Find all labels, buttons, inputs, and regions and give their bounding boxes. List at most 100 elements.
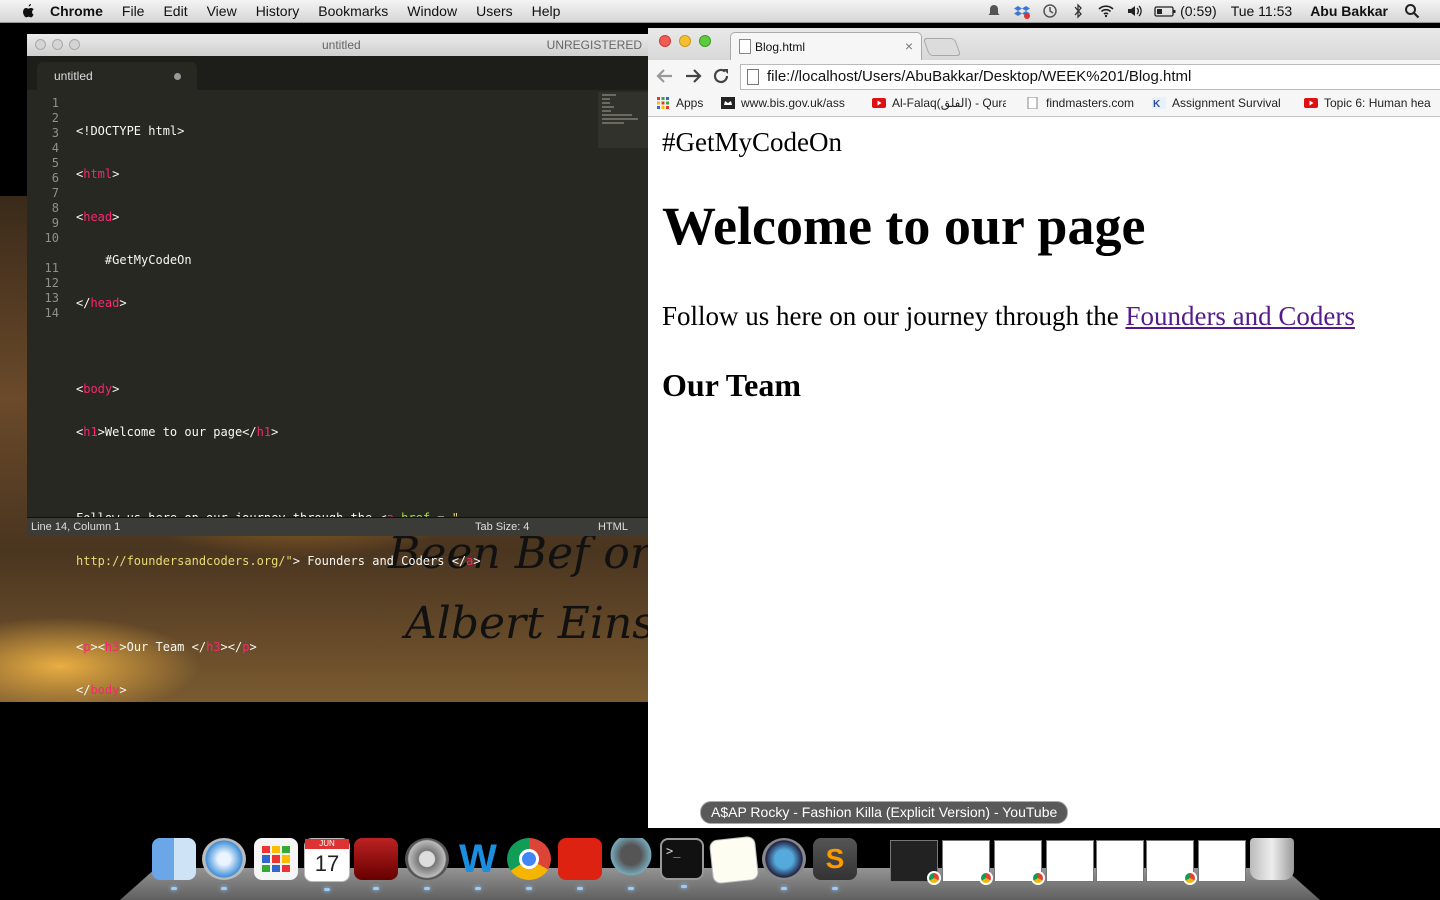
finder-icon[interactable] <box>152 838 196 890</box>
line-number: 7 <box>51 186 59 200</box>
reload-icon[interactable] <box>712 67 730 85</box>
editor-titlebar[interactable]: untitled UNREGISTERED <box>27 34 648 56</box>
chrome-icon[interactable] <box>507 838 551 890</box>
apps-grid-icon <box>657 97 669 109</box>
tab-size-selector[interactable]: Tab Size: 4 <box>475 521 529 533</box>
sublime-editor-window: untitled UNREGISTERED untitled 1 2 3 4 5… <box>27 34 648 697</box>
launchpad-icon[interactable] <box>254 838 298 880</box>
textedit-icon[interactable] <box>708 835 760 885</box>
code-line: <p><h3>Our Team </h3></p> <box>76 640 257 654</box>
battery-time[interactable]: (0:59) <box>1180 3 1217 19</box>
browser-zoom-button[interactable] <box>699 35 711 47</box>
ke-logo-icon: K <box>1152 97 1166 109</box>
code-line: <body> <box>76 382 120 396</box>
menu-help[interactable]: Help <box>532 3 561 19</box>
menu-history[interactable]: History <box>256 3 300 19</box>
line-number: 5 <box>51 156 59 170</box>
minimized-window-thumbnail[interactable] <box>1146 840 1197 885</box>
editor-zoom-button[interactable] <box>69 39 80 50</box>
code-line: </head> <box>76 296 127 310</box>
terminal-icon[interactable]: >_ <box>660 838 704 888</box>
code-line: <h1>Welcome to our page</h1> <box>76 425 279 439</box>
minimized-window-thumbnail[interactable] <box>890 840 941 885</box>
trash-icon[interactable] <box>1250 838 1294 880</box>
page-info-icon[interactable] <box>747 69 759 85</box>
cursor-position: Line 14, Column 1 <box>31 521 121 533</box>
unregistered-label: UNREGISTERED <box>546 38 642 52</box>
chrome-badge-icon <box>927 871 941 885</box>
calendar-day: 17 <box>314 851 340 876</box>
page-heading: Welcome to our page <box>662 196 1146 256</box>
editor-minimize-button[interactable] <box>52 39 63 50</box>
editor-close-button[interactable] <box>35 39 46 50</box>
bookmark-apps[interactable]: Apps <box>656 96 703 110</box>
photo-booth-icon[interactable] <box>354 838 398 890</box>
volume-icon[interactable] <box>1126 3 1142 19</box>
minimized-window-thumbnail[interactable] <box>1096 840 1144 882</box>
line-number: 1 <box>51 96 59 110</box>
chrome-browser-window: Blog.html × file://localhost/Users/AbuBa… <box>648 28 1440 828</box>
bookmark-bis-gov[interactable]: www.bis.gov.uk/ass <box>721 96 845 110</box>
syntax-selector[interactable]: HTML <box>598 521 628 533</box>
editor-minimap[interactable] <box>598 92 648 148</box>
browser-tab-blog[interactable]: Blog.html × <box>730 32 922 61</box>
code-text[interactable]: <!DOCTYPE html> <html> <head> #GetMyCode… <box>76 96 481 769</box>
adobe-reader-icon[interactable] <box>558 838 602 890</box>
menu-file[interactable]: File <box>122 3 145 19</box>
minimized-window-thumbnail[interactable] <box>994 840 1045 885</box>
code-line: <html> <box>76 167 120 181</box>
bookmark-al-falaq[interactable]: Al-Falaq(الفلق) - Qura <box>872 96 1006 110</box>
notification-bell-icon[interactable] <box>986 3 1002 19</box>
line-number-gutter: 1 2 3 4 5 6 7 8 9 10 11 12 13 14 <box>27 96 59 321</box>
browser-minimize-button[interactable] <box>679 35 691 47</box>
dashboard-icon[interactable] <box>762 838 806 890</box>
forward-arrow-icon[interactable] <box>684 67 702 85</box>
menu-app-name[interactable]: Chrome <box>50 3 103 19</box>
page-head-text: #GetMyCodeOn <box>662 127 842 157</box>
youtube-icon <box>872 98 886 108</box>
minimized-window-thumbnail[interactable] <box>1198 840 1246 882</box>
wifi-icon[interactable] <box>1098 3 1114 19</box>
system-preferences-icon[interactable] <box>405 838 449 890</box>
bluetooth-icon[interactable] <box>1070 3 1086 19</box>
editor-tab-untitled[interactable]: untitled <box>37 62 197 90</box>
dropbox-icon[interactable] <box>1014 3 1031 19</box>
line-number: 10 <box>44 231 59 245</box>
tab-close-icon[interactable]: × <box>905 38 913 54</box>
bookmarks-bar: Apps www.bis.gov.uk/ass Al-Falaq(الفلق) … <box>648 92 1440 117</box>
word-icon[interactable]: W <box>456 838 500 890</box>
code-line: <head> <box>76 210 120 224</box>
crown-icon <box>721 97 735 109</box>
battery-icon[interactable] <box>1154 3 1176 19</box>
time-machine-icon[interactable] <box>1042 3 1058 19</box>
code-editor[interactable]: 1 2 3 4 5 6 7 8 9 10 11 12 13 14 <!DOCTY… <box>27 90 648 697</box>
bookmark-assignment-survival[interactable]: K Assignment Survival <box>1152 96 1281 110</box>
calendar-icon[interactable]: JUN 17 <box>304 838 350 891</box>
menu-edit[interactable]: Edit <box>163 3 187 19</box>
unsaved-dot-icon[interactable] <box>174 73 181 80</box>
sublime-text-icon[interactable]: S <box>813 838 857 890</box>
menubar-clock[interactable]: Tue 11:53 <box>1231 3 1293 19</box>
address-bar[interactable]: file://localhost/Users/AbuBakkar/Desktop… <box>740 64 1440 90</box>
spotlight-search-icon[interactable] <box>1404 3 1420 19</box>
menu-view[interactable]: View <box>207 3 237 19</box>
github-icon[interactable] <box>609 838 653 890</box>
new-tab-button[interactable] <box>922 38 962 56</box>
line-number: 9 <box>51 216 59 230</box>
browser-close-button[interactable] <box>659 35 671 47</box>
founders-and-coders-link[interactable]: Founders and Coders <box>1125 301 1354 331</box>
calendar-month: JUN <box>305 839 349 849</box>
minimized-window-thumbnail[interactable] <box>942 840 993 885</box>
back-arrow-icon[interactable] <box>656 67 674 85</box>
menubar-user[interactable]: Abu Bakkar <box>1310 3 1388 19</box>
safari-icon[interactable] <box>202 838 246 890</box>
bookmark-findmasters[interactable]: findmasters.com <box>1026 96 1134 110</box>
menu-window[interactable]: Window <box>407 3 457 19</box>
apple-menu-icon[interactable] <box>20 3 36 19</box>
menu-bookmarks[interactable]: Bookmarks <box>318 3 388 19</box>
bookmark-topic-6[interactable]: Topic 6: Human hea <box>1304 96 1431 110</box>
chrome-badge-icon <box>1031 871 1045 885</box>
menu-users[interactable]: Users <box>476 3 513 19</box>
minimized-window-thumbnail[interactable] <box>1046 840 1094 882</box>
